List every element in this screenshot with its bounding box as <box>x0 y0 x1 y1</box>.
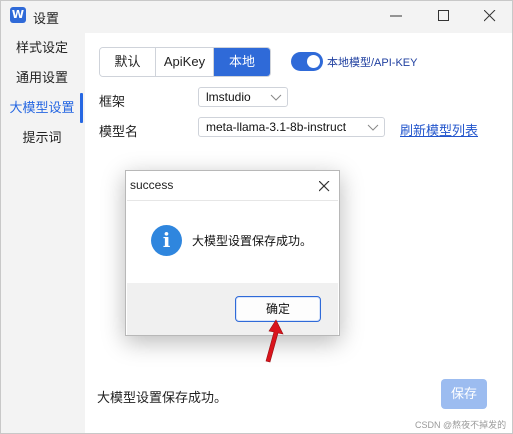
chevron-down-icon <box>367 124 379 131</box>
minimize-icon <box>390 15 402 17</box>
sidebar-item-general[interactable]: 通用设置 <box>1 64 83 92</box>
toggle-label: 本地模型/API-KEY <box>327 57 418 69</box>
maximize-icon <box>438 10 449 21</box>
tab-local[interactable]: 本地 <box>214 48 270 76</box>
dialog-footer: 确定 <box>127 283 338 335</box>
model-label: 模型名 <box>99 124 139 139</box>
watermark: CSDN @熬夜不掉发的 <box>415 420 507 430</box>
dialog-body: i 大模型设置保存成功。 <box>127 200 338 283</box>
dialog-close-button[interactable] <box>314 176 334 196</box>
close-button[interactable] <box>473 1 507 31</box>
sidebar: 样式设定 通用设置 大模型设置 提示词 <box>1 33 83 333</box>
sidebar-item-prompt[interactable]: 提示词 <box>1 124 83 152</box>
success-dialog: success i 大模型设置保存成功。 确定 <box>125 170 340 336</box>
status-message: 大模型设置保存成功。 <box>97 390 228 405</box>
local-model-toggle[interactable] <box>291 52 323 71</box>
refresh-model-list-link[interactable]: 刷新模型列表 <box>400 120 478 139</box>
tab-default[interactable]: 默认 <box>100 48 156 76</box>
sidebar-item-style[interactable]: 样式设定 <box>1 34 83 62</box>
app-logo-icon: W <box>10 7 26 23</box>
framework-value: lmstudio <box>206 90 251 104</box>
close-icon <box>484 10 496 22</box>
model-select[interactable]: meta-llama-3.1-8b-instruct <box>198 117 385 137</box>
chevron-down-icon <box>270 94 282 101</box>
info-icon: i <box>151 225 182 256</box>
framework-label: 框架 <box>99 94 126 109</box>
model-value: meta-llama-3.1-8b-instruct <box>206 120 347 134</box>
close-icon <box>319 181 330 192</box>
window-title: 设置 <box>33 11 60 26</box>
sidebar-item-llm[interactable]: 大模型设置 <box>1 94 83 122</box>
sidebar-active-indicator <box>80 93 83 123</box>
save-button[interactable]: 保存 <box>441 379 487 409</box>
toggle-knob <box>307 55 320 68</box>
title-bar[interactable]: W 设置 <box>1 1 512 31</box>
dialog-message: 大模型设置保存成功。 <box>192 234 313 248</box>
framework-select[interactable]: lmstudio <box>198 87 288 107</box>
dialog-title: success <box>130 178 174 192</box>
mode-tabs: 默认 ApiKey 本地 <box>99 47 271 77</box>
maximize-button[interactable] <box>427 1 461 31</box>
tab-apikey[interactable]: ApiKey <box>156 48 214 76</box>
red-arrow-annotation-icon <box>265 319 284 363</box>
minimize-button[interactable] <box>379 1 413 31</box>
